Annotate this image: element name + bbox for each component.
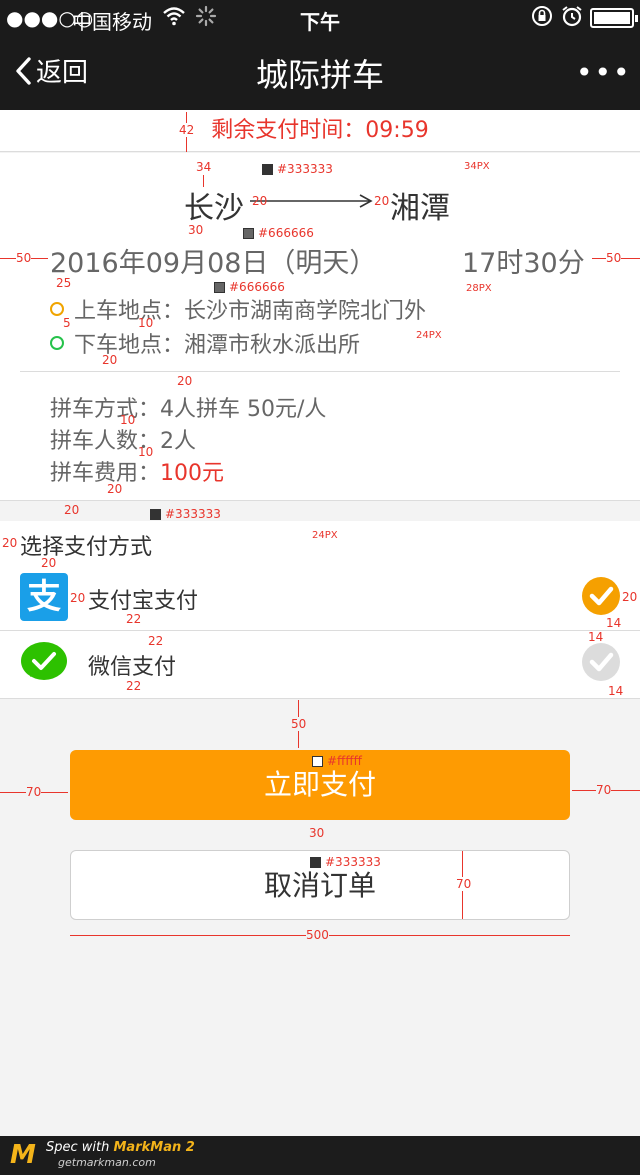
measure-label: 50: [291, 717, 307, 731]
payment-option-label: 支付宝支付: [88, 589, 199, 614]
payment-method-section: 选择支付方式 支 支付宝支付 微信支付: [0, 521, 640, 699]
payment-option-label: 微信支付: [88, 655, 177, 680]
measure-label: 70: [596, 783, 612, 797]
section-title: 选择支付方式: [20, 535, 153, 560]
count-label: 拼车人数：: [50, 429, 161, 454]
measure-label: 30: [309, 826, 325, 840]
measure-label: 70: [26, 785, 42, 799]
carrier-name: 中国移动: [72, 10, 152, 34]
cancel-order-button[interactable]: 取消订单: [70, 850, 570, 920]
origin-city: 长沙: [184, 191, 244, 226]
mode-value: 4人拼车 50元/人: [160, 397, 327, 422]
alipay-icon: 支: [20, 573, 68, 621]
count-value: 2人: [160, 429, 197, 454]
nav-bar: 返回 城际拼车 •••: [0, 36, 640, 110]
rotation-lock-icon: [530, 4, 554, 33]
divider: [20, 371, 620, 372]
check-unselected-icon[interactable]: [582, 643, 620, 681]
check-selected-icon[interactable]: [582, 577, 620, 615]
spec-credit: Spec with MarkMan 2: [46, 1140, 195, 1155]
payment-option-wechat[interactable]: 微信支付: [0, 631, 640, 697]
loading-spinner-icon: [194, 4, 218, 33]
alarm-icon: [560, 4, 584, 33]
dropoff-location: 下车地点： 湘潭市秋水派出所: [50, 327, 360, 359]
more-menu-button[interactable]: •••: [576, 56, 632, 89]
wechat-icon: [20, 639, 68, 687]
measure-label: 20: [64, 503, 80, 517]
pay-now-button[interactable]: 立即支付: [70, 750, 570, 820]
destination-city: 湘潭: [390, 191, 450, 226]
mode-label: 拼车方式：: [50, 397, 161, 422]
fee-label: 拼车费用：: [50, 461, 161, 486]
pickup-label: 上车地点：: [74, 299, 185, 324]
alipay-glyph: 支: [27, 577, 61, 617]
trip-details-card: 长沙 湘潭 2016年09月08日（明天） 17时30分 上车地点： 长沙市湖南商…: [0, 153, 640, 501]
page-title: 城际拼车: [255, 56, 384, 94]
countdown-value: 09:59: [365, 118, 429, 143]
status-bar: ●●●○○ 中国移动 下午4:19: [0, 0, 640, 59]
dropoff-label: 下车地点：: [74, 333, 185, 358]
carpool-fee: 拼车费用：100元: [50, 455, 224, 487]
payment-option-alipay[interactable]: 支 支付宝支付: [0, 565, 640, 631]
pickup-dot-icon: [50, 302, 64, 316]
dropoff-value: 湘潭市秋水派出所: [184, 333, 361, 358]
measure-label: 500: [306, 928, 329, 942]
dropoff-dot-icon: [50, 336, 64, 350]
departure-time: 17时30分: [462, 248, 585, 279]
markman-footer: M Spec with MarkMan 2 getmarkman.com: [0, 1136, 640, 1175]
pickup-location: 上车地点： 长沙市湖南商学院北门外: [50, 293, 426, 325]
carpool-mode: 拼车方式：4人拼车 50元/人: [50, 391, 326, 423]
payment-countdown: 剩余支付时间：09:59: [0, 110, 640, 152]
markman-logo-icon: M: [10, 1140, 36, 1170]
wifi-icon: [162, 4, 186, 33]
departure-date: 2016年09月08日（明天）: [50, 248, 377, 279]
pickup-value: 长沙市湖南商学院北门外: [184, 299, 427, 324]
fee-value: 100元: [160, 461, 225, 486]
countdown-label: 剩余支付时间：: [211, 118, 366, 143]
color-label: #333333: [150, 507, 221, 521]
markman-site: getmarkman.com: [58, 1156, 156, 1169]
route-arrow-icon: [250, 193, 374, 212]
battery-icon: [590, 8, 638, 28]
passenger-count: 拼车人数：2人: [50, 423, 196, 455]
